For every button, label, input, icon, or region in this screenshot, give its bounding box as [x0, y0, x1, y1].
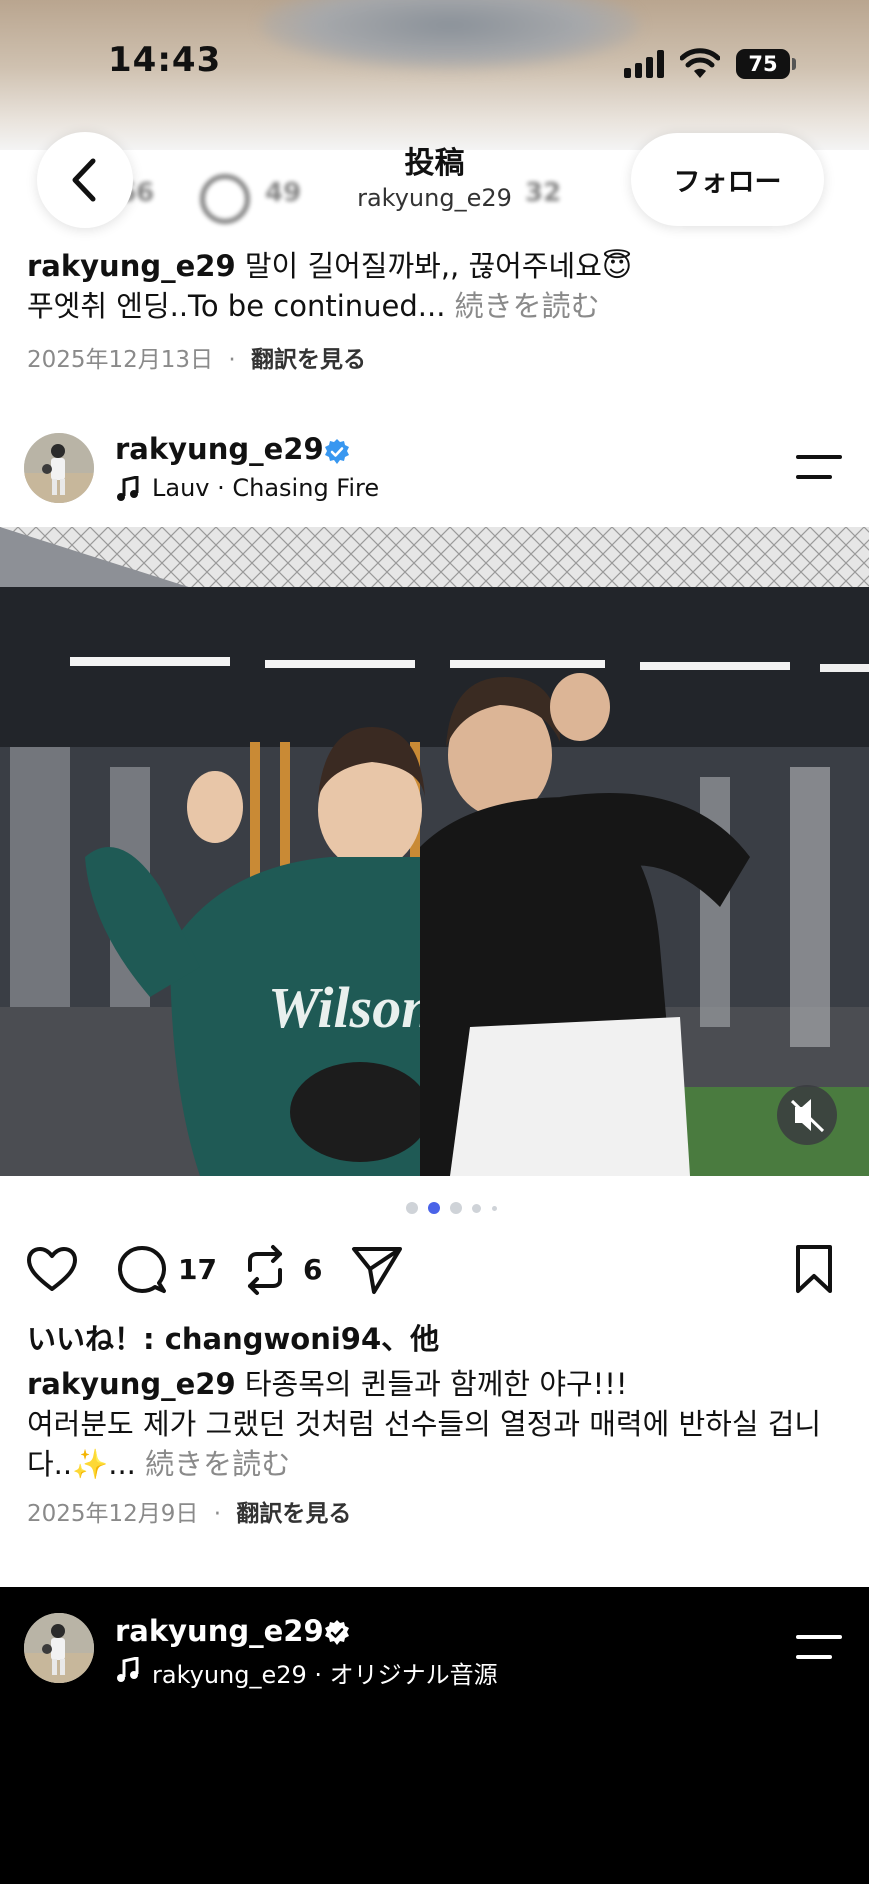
- next-post: rakyung_e29 rakyung_e29 · オリジナル音源: [0, 1587, 869, 1884]
- next-avatar[interactable]: [24, 1613, 94, 1683]
- carousel-dot: [472, 1204, 481, 1213]
- prev-caption: rakyung_e29 말이 길어질까봐,, 끊어주네요😇 푸엣취 엔딩..To…: [27, 246, 847, 326]
- more-options-icon[interactable]: [796, 455, 842, 481]
- jacket-logo: Wilson: [268, 975, 433, 1040]
- avatar-image: [24, 433, 94, 503]
- post-caption: rakyung_e29 타종목의 퀸들과 함께한 야구!!! 여러분도 제가 그…: [27, 1364, 857, 1484]
- post-date-row: 2025年12月9日 · 翻訳を見る: [27, 1501, 352, 1527]
- bookmark-icon[interactable]: [794, 1244, 834, 1294]
- heart-icon[interactable]: [26, 1246, 78, 1292]
- wifi-icon: [680, 48, 720, 78]
- carousel-dot: [492, 1206, 497, 1211]
- post-date: 2025年12月9日: [27, 1501, 199, 1527]
- next-more-options-icon[interactable]: [796, 1635, 842, 1661]
- next-username[interactable]: rakyung_e29: [115, 1614, 324, 1648]
- post-photo[interactable]: Wilson: [0, 527, 869, 1176]
- verified-badge-icon: [325, 439, 349, 464]
- battery-cap: [792, 58, 796, 70]
- share-icon[interactable]: [350, 1245, 404, 1295]
- prev-caption-user[interactable]: rakyung_e29: [27, 249, 236, 283]
- carousel-indicator: [400, 1200, 510, 1216]
- caption-text3: 다..✨...: [27, 1447, 136, 1481]
- battery-indicator: 75: [736, 49, 790, 79]
- comment-icon[interactable]: [117, 1245, 167, 1295]
- post-music[interactable]: Lauv · Chasing Fire: [152, 474, 379, 502]
- repost-icon[interactable]: [242, 1244, 288, 1296]
- translate-link[interactable]: 翻訳を見る: [236, 1501, 351, 1527]
- caption-text1: 타종목의 퀸들과 함께한 야구!!!: [244, 1367, 628, 1401]
- read-more-link[interactable]: 続きを読む: [145, 1447, 290, 1481]
- prev-caption-text2: 푸엣취 엔딩..To be continued...: [27, 289, 446, 323]
- prev-date-row: 2025年12月13日 · 翻訳を見る: [27, 347, 367, 373]
- status-time: 14:43: [108, 40, 222, 80]
- carousel-dot: [406, 1202, 418, 1214]
- carousel-dot-active: [428, 1202, 440, 1214]
- post-username[interactable]: rakyung_e29: [115, 432, 324, 466]
- likes-text[interactable]: いいね！: changwoni94、他: [27, 1319, 439, 1359]
- prev-read-more-link[interactable]: 続きを読む: [455, 289, 600, 323]
- next-avatar-image: [24, 1613, 94, 1683]
- prev-translate-link[interactable]: 翻訳を見る: [251, 347, 366, 373]
- follow-button[interactable]: フォロー: [631, 133, 824, 226]
- avatar[interactable]: [24, 433, 94, 503]
- caption-user[interactable]: rakyung_e29: [27, 1367, 236, 1401]
- carousel-dot: [450, 1202, 462, 1214]
- signal-icon: [624, 50, 666, 78]
- gym-photo-illustration: Wilson: [0, 527, 869, 1176]
- caption-text2: 여러분도 제가 그랬던 것처럼 선수들의 열정과 매력에 반하실 겁니: [27, 1407, 822, 1441]
- repost-count: 6: [303, 1253, 323, 1286]
- prev-caption-text1: 말이 길어질까봐,, 끊어주네요😇: [244, 249, 633, 283]
- next-music[interactable]: rakyung_e29 · オリジナル音源: [152, 1655, 498, 1690]
- mute-toggle-button[interactable]: [777, 1085, 837, 1145]
- next-verified-badge-icon: [325, 1620, 349, 1645]
- next-music-note-icon: [117, 1657, 139, 1682]
- music-note-icon: [117, 476, 139, 501]
- prev-post-date: 2025年12月13日: [27, 347, 214, 373]
- comment-count: 17: [178, 1253, 217, 1286]
